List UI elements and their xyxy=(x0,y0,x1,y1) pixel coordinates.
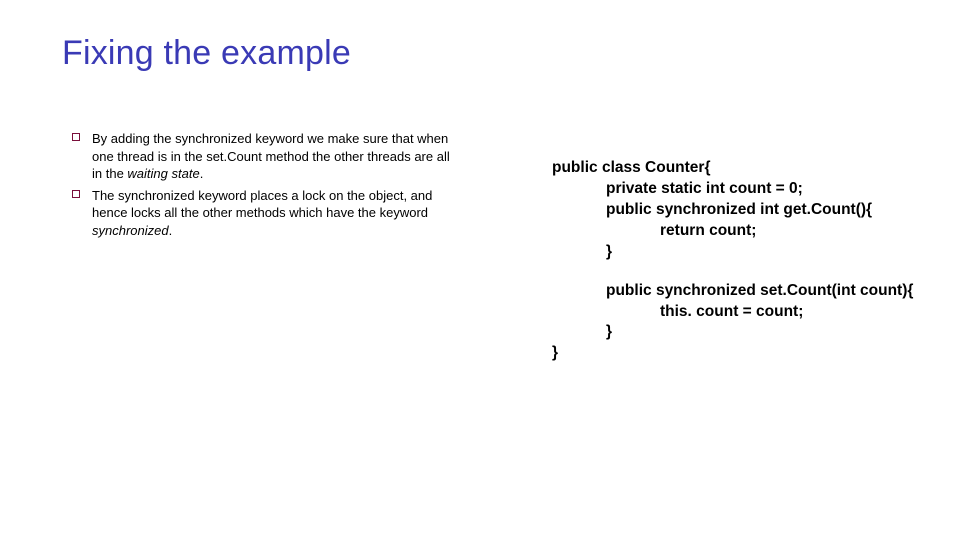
bullet-italic: waiting state xyxy=(127,166,199,181)
bullet-item: By adding the synchronized keyword we ma… xyxy=(72,130,462,183)
code-line: public synchronized int get.Count(){ xyxy=(552,200,952,221)
slide: Fixing the example By adding the synchro… xyxy=(0,0,960,540)
bullet-text: The synchronized keyword places a lock o… xyxy=(92,187,462,240)
square-bullet-icon xyxy=(72,190,80,198)
code-line: this. count = count; xyxy=(552,302,952,323)
bullet-list: By adding the synchronized keyword we ma… xyxy=(72,130,462,243)
code-line: public synchronized set.Count(int count)… xyxy=(552,281,952,302)
slide-title: Fixing the example xyxy=(62,34,351,73)
bullet-suffix: . xyxy=(169,223,173,238)
bullet-item: The synchronized keyword places a lock o… xyxy=(72,187,462,240)
code-line: return count; xyxy=(552,221,952,242)
code-line: public class Counter{ xyxy=(552,158,952,179)
bullet-suffix: . xyxy=(200,166,204,181)
square-bullet-icon xyxy=(72,133,80,141)
code-line: } xyxy=(552,343,952,364)
code-line: } xyxy=(552,322,952,343)
code-block: public class Counter{ private static int… xyxy=(552,158,952,364)
bullet-text: By adding the synchronized keyword we ma… xyxy=(92,130,462,183)
code-line: } xyxy=(552,242,952,263)
code-line: private static int count = 0; xyxy=(552,179,952,200)
bullet-italic: synchronized xyxy=(92,223,169,238)
blank-line xyxy=(552,263,952,281)
bullet-prefix: The synchronized keyword places a lock o… xyxy=(92,188,432,221)
